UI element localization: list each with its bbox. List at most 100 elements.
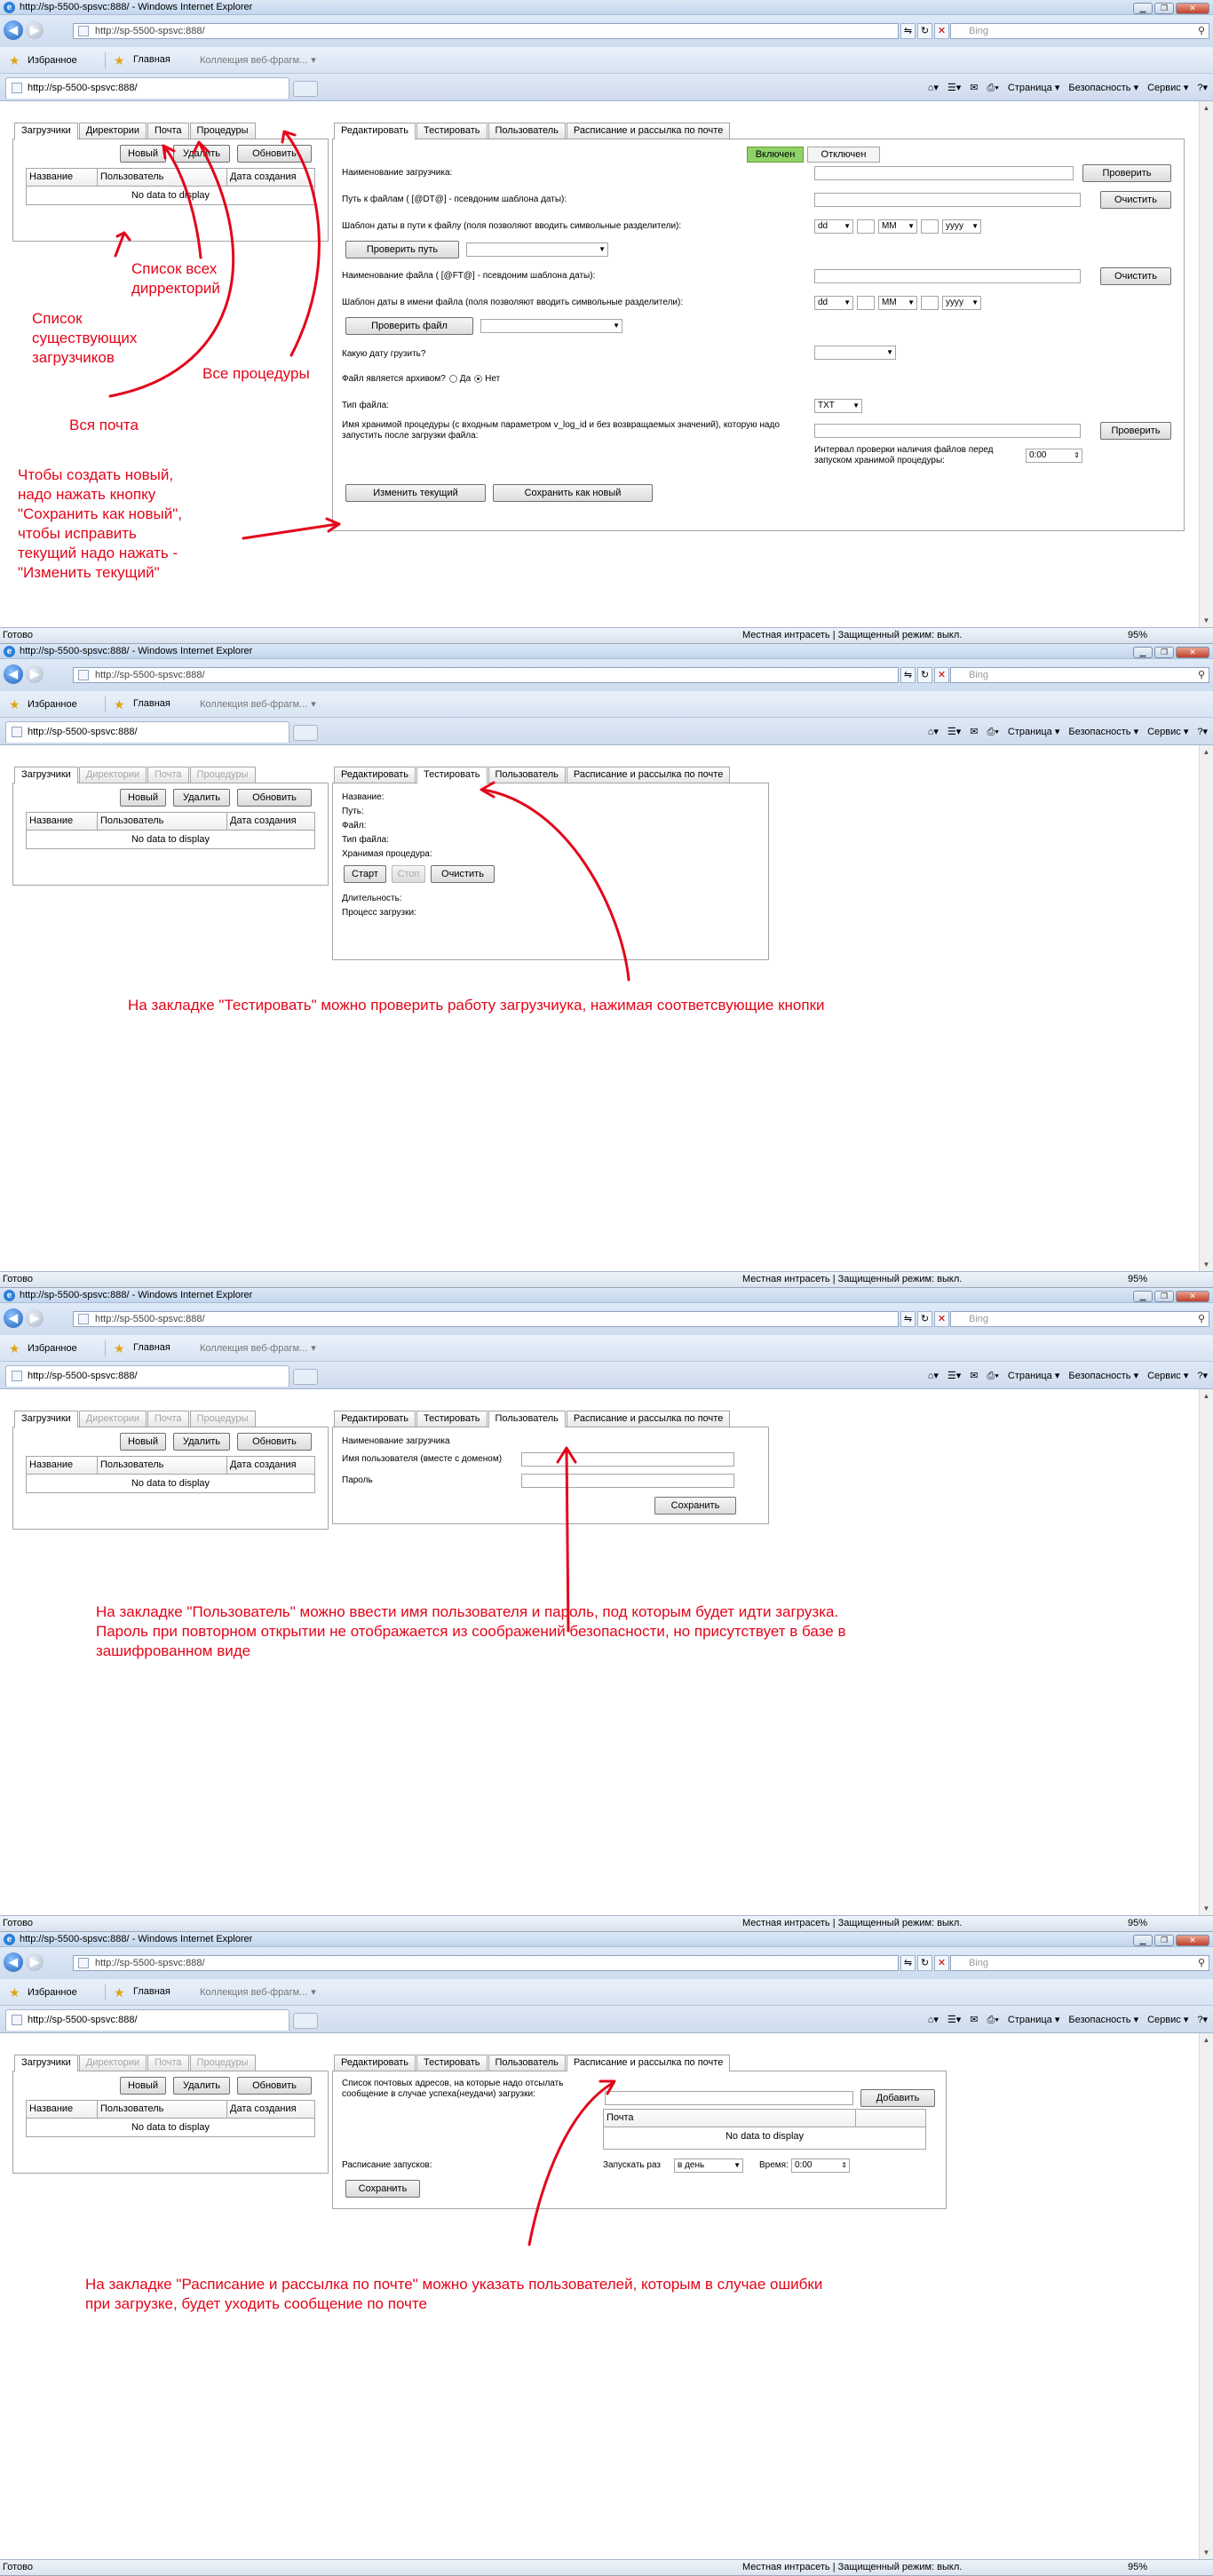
col-user[interactable]: Пользователь: [98, 169, 227, 186]
clear-button[interactable]: Очистить: [431, 865, 495, 883]
vertical-scrollbar[interactable]: ▲ ▼: [1199, 2033, 1213, 2559]
back-arrow-icon[interactable]: ◀: [4, 664, 23, 684]
file-dd-select[interactable]: dd ▼: [814, 296, 853, 310]
search-input[interactable]: Bing ⚲: [950, 1955, 1209, 1971]
tab-schedule[interactable]: Расписание и рассылка по почте: [566, 123, 731, 139]
refresh-icon[interactable]: ↻: [917, 1955, 932, 1971]
disabled-toggle[interactable]: Отключен: [807, 147, 880, 163]
compat-view-icon[interactable]: ⇋: [900, 1955, 916, 1971]
tab-mail[interactable]: Почта: [147, 123, 189, 139]
search-icon[interactable]: ⚲: [1198, 24, 1205, 38]
clear-filename-button[interactable]: Очистить: [1100, 267, 1171, 285]
save-user-button[interactable]: Сохранить: [654, 1497, 736, 1515]
check-path-button[interactable]: Проверить путь: [345, 241, 459, 258]
refresh-button[interactable]: Обновить: [237, 789, 312, 807]
forward-arrow-icon[interactable]: ▶: [26, 21, 44, 39]
username-input[interactable]: [521, 1452, 734, 1467]
webslice-link[interactable]: Коллекция веб-фрагм... ▾: [200, 1986, 316, 1999]
stop-icon[interactable]: ✕: [934, 23, 949, 39]
add-favorite-icon[interactable]: ★: [114, 54, 132, 67]
browser-tab[interactable]: http://sp-5500-spsvc:888/: [5, 77, 289, 99]
col-user[interactable]: Пользователь: [98, 813, 227, 830]
address-input[interactable]: http://sp-5500-spsvc:888/: [73, 1955, 899, 1971]
browser-tab[interactable]: http://sp-5500-spsvc:888/: [5, 721, 289, 743]
home-link[interactable]: Главная: [133, 1986, 170, 1997]
address-input[interactable]: http://sp-5500-spsvc:888/: [73, 1311, 899, 1327]
refresh-icon[interactable]: ↻: [917, 1311, 932, 1327]
forward-arrow-icon[interactable]: ▶: [26, 1309, 44, 1327]
delete-button[interactable]: Удалить: [173, 145, 230, 163]
col-user[interactable]: Пользователь: [98, 2101, 227, 2118]
new-tab-button[interactable]: [293, 81, 318, 97]
tab-directories[interactable]: Директории: [78, 123, 147, 139]
zoom-indicator[interactable]: 95%: [1128, 2560, 1147, 2575]
file-sep2-input[interactable]: [921, 296, 939, 310]
tab-loaders[interactable]: Загрузчики: [14, 1411, 78, 1427]
zoom-indicator[interactable]: 95%: [1128, 1272, 1147, 1287]
feeds-icon[interactable]: ☰▾: [947, 83, 961, 93]
path-input[interactable]: [814, 193, 1081, 207]
save-as-new-button[interactable]: Сохранить как новый: [493, 484, 653, 502]
tab-user[interactable]: Пользователь: [488, 1411, 566, 1427]
tools-menu[interactable]: Сервис ▾: [1147, 83, 1188, 93]
tab-loaders[interactable]: Загрузчики: [14, 2055, 78, 2071]
safety-menu[interactable]: Безопасность ▾: [1068, 1371, 1138, 1381]
address-input[interactable]: http://sp-5500-spsvc:888/: [73, 667, 899, 683]
tab-loaders[interactable]: Загрузчики: [14, 767, 78, 783]
path-result-select[interactable]: ▼: [466, 242, 608, 257]
webslice-link[interactable]: Коллекция веб-фрагм... ▾: [200, 1342, 316, 1355]
run-frequency-select[interactable]: в день ▼: [674, 2159, 743, 2173]
check-name-button[interactable]: Проверить: [1082, 164, 1171, 182]
print-icon[interactable]: ⎙▾: [987, 2015, 999, 2025]
path-sep1-input[interactable]: [857, 219, 875, 234]
new-button[interactable]: Новый: [120, 145, 166, 163]
enabled-toggle[interactable]: Включен: [747, 147, 804, 163]
zoom-indicator[interactable]: 95%: [1128, 628, 1147, 643]
close-button[interactable]: ✕: [1176, 647, 1209, 658]
safety-menu[interactable]: Безопасность ▾: [1068, 83, 1138, 93]
print-icon[interactable]: ⎙▾: [987, 1371, 999, 1381]
loader-name-input[interactable]: [814, 166, 1074, 180]
new-button[interactable]: Новый: [120, 789, 166, 807]
maximize-button[interactable]: ❐: [1154, 1291, 1174, 1302]
col-created[interactable]: Дата создания: [227, 1457, 314, 1474]
refresh-icon[interactable]: ↻: [917, 667, 932, 683]
forward-arrow-icon[interactable]: ▶: [26, 1953, 44, 1971]
favorites-button[interactable]: ★ Избранное: [9, 54, 77, 67]
help-icon[interactable]: ?▾: [1197, 2015, 1208, 2025]
home-icon[interactable]: ⌂▾: [928, 2015, 939, 2025]
print-icon[interactable]: ⎙▾: [987, 83, 999, 93]
tab-edit[interactable]: Редактировать: [334, 2055, 416, 2071]
path-dd-select[interactable]: dd ▼: [814, 219, 853, 234]
print-icon[interactable]: ⎙▾: [987, 727, 999, 737]
compat-view-icon[interactable]: ⇋: [900, 1311, 916, 1327]
search-icon[interactable]: ⚲: [1198, 1956, 1205, 1970]
home-link[interactable]: Главная: [133, 698, 170, 709]
tab-schedule[interactable]: Расписание и рассылка по почте: [566, 1411, 731, 1427]
feeds-icon[interactable]: ☰▾: [947, 1371, 961, 1381]
vertical-scrollbar[interactable]: ▲ ▼: [1199, 1389, 1213, 1915]
interval-spinner[interactable]: 0:00 ⇕: [1026, 449, 1082, 463]
webslice-link[interactable]: Коллекция веб-фрагм... ▾: [200, 54, 316, 67]
tab-edit[interactable]: Редактировать: [334, 123, 416, 139]
which-date-select[interactable]: ▼: [814, 346, 896, 360]
add-favorite-icon[interactable]: ★: [114, 1342, 132, 1355]
tools-menu[interactable]: Сервис ▾: [1147, 2015, 1188, 2025]
tab-user[interactable]: Пользователь: [488, 123, 566, 139]
tab-test[interactable]: Тестировать: [416, 123, 488, 139]
col-name[interactable]: Название: [27, 813, 98, 830]
add-favorite-icon[interactable]: ★: [114, 698, 132, 711]
help-icon[interactable]: ?▾: [1197, 83, 1208, 93]
home-link[interactable]: Главная: [133, 54, 170, 65]
maximize-button[interactable]: ❐: [1154, 647, 1174, 658]
file-mm-select[interactable]: MM ▼: [878, 296, 917, 310]
new-button[interactable]: Новый: [120, 1433, 166, 1451]
search-icon[interactable]: ⚲: [1198, 668, 1205, 682]
favorites-button[interactable]: ★ Избранное: [9, 698, 77, 711]
page-menu[interactable]: Страница ▾: [1008, 727, 1059, 737]
address-input[interactable]: http://sp-5500-spsvc:888/: [73, 23, 899, 39]
clear-path-button[interactable]: Очистить: [1100, 191, 1171, 209]
mail-icon[interactable]: ✉: [970, 83, 978, 93]
file-yyyy-select[interactable]: yyyy ▼: [942, 296, 981, 310]
home-link[interactable]: Главная: [133, 1342, 170, 1353]
